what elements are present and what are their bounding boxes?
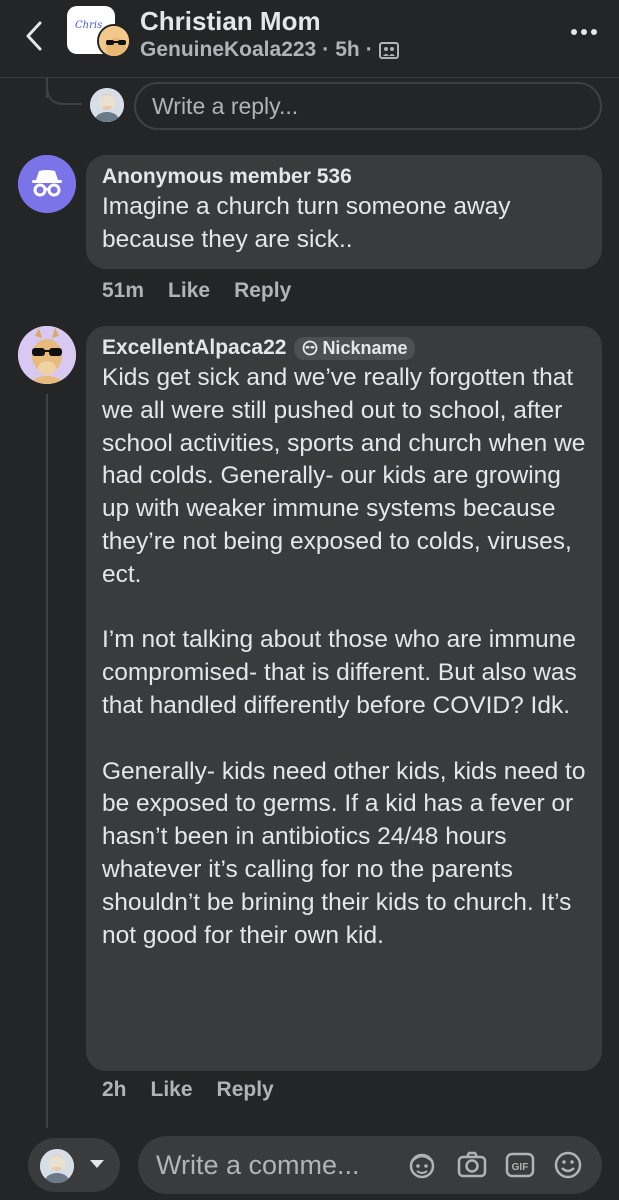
reply-input[interactable]: Write a reply... <box>134 82 602 130</box>
author-avatar <box>97 24 131 58</box>
comment-bubble[interactable]: ExcellentAlpaca22 Nickname Kids get sick… <box>86 326 602 1071</box>
emoji-icon[interactable] <box>552 1149 584 1181</box>
chevron-down-icon <box>90 1160 104 1168</box>
my-avatar <box>90 88 124 122</box>
group-title[interactable]: Christian Mom <box>140 6 321 37</box>
comment-input[interactable]: Write a comme... GIF <box>138 1136 602 1194</box>
comment-composer: Write a comme... GIF <box>0 1128 619 1200</box>
comment-bubble[interactable]: Anonymous member 536 Imagine a church tu… <box>86 155 602 269</box>
top-bar: Chris Christian Mom GenuineKoala223 · 5h… <box>0 0 619 78</box>
nickname-badge[interactable]: Nickname <box>294 336 416 360</box>
author-name[interactable]: GenuineKoala223 <box>140 38 316 62</box>
author-name[interactable]: ExcellentAlpaca22 <box>102 336 286 360</box>
separator: · <box>322 38 330 61</box>
my-avatar <box>40 1149 74 1183</box>
comment-avatar[interactable] <box>18 326 76 384</box>
incognito-icon <box>18 155 76 213</box>
comment-author[interactable]: Anonymous member 536 <box>102 165 586 189</box>
svg-text:GIF: GIF <box>512 1162 529 1173</box>
separator: · <box>365 38 373 61</box>
comment: ExcellentAlpaca22 Nickname Kids get sick… <box>0 326 619 1116</box>
back-icon <box>26 21 42 51</box>
comment-actions: 2h Like Reply <box>102 1078 274 1102</box>
like-button[interactable]: Like <box>168 279 210 303</box>
identity-switcher[interactable] <box>28 1138 120 1192</box>
camera-icon[interactable] <box>456 1149 488 1181</box>
back-button[interactable] <box>18 20 50 52</box>
gif-icon[interactable]: GIF <box>504 1149 536 1181</box>
reply-button[interactable]: Reply <box>234 279 291 303</box>
comment-time[interactable]: 2h <box>102 1078 127 1102</box>
more-icon <box>571 29 597 35</box>
group-avatar[interactable]: Chris <box>67 6 131 62</box>
comment-placeholder: Write a comme... <box>156 1150 360 1180</box>
nickname-icon <box>303 340 318 356</box>
more-button[interactable] <box>569 22 599 42</box>
comment: Anonymous member 536 Imagine a church tu… <box>0 155 619 315</box>
comment-actions: 51m Like Reply <box>102 279 291 303</box>
avatar-sticker-icon[interactable] <box>406 1149 438 1181</box>
comment-avatar[interactable] <box>18 155 76 213</box>
like-button[interactable]: Like <box>151 1078 193 1102</box>
alpaca-sunglasses-avatar <box>18 326 76 384</box>
post-time[interactable]: 5h <box>335 38 360 62</box>
comment-text: Imagine a church turn someone away becau… <box>102 193 511 253</box>
comment-text: Kids get sick and we’ve really forgotten… <box>102 364 586 949</box>
comment-time[interactable]: 51m <box>102 279 144 303</box>
post-meta: GenuineKoala223 · 5h · <box>140 38 399 62</box>
group-logo-text: Chris <box>75 20 103 31</box>
author-name[interactable]: Anonymous member 536 <box>102 165 352 189</box>
reply-row: Write a reply... <box>0 78 619 134</box>
comment-author[interactable]: ExcellentAlpaca22 Nickname <box>102 336 586 360</box>
reply-button[interactable]: Reply <box>217 1078 274 1102</box>
privacy-group-icon <box>378 42 399 59</box>
nickname-label: Nickname <box>322 337 408 358</box>
